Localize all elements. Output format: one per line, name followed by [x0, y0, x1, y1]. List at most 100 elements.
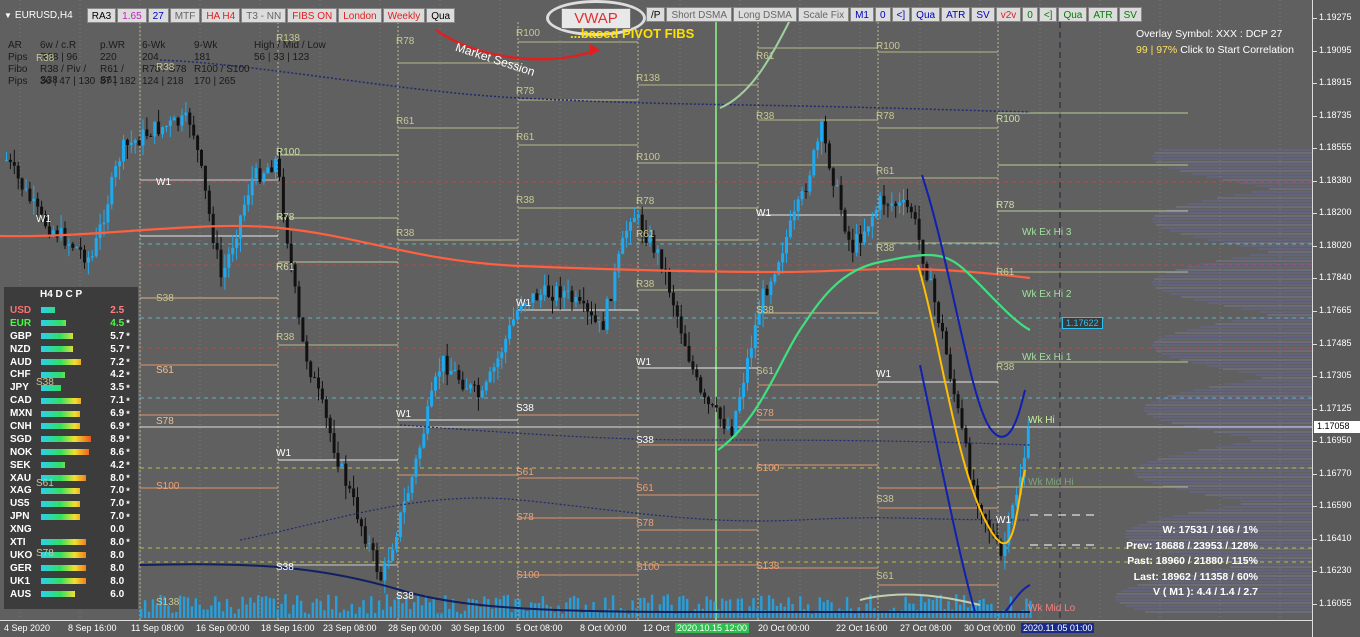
candle-body	[227, 254, 231, 268]
candle-body	[515, 310, 519, 320]
time-axis[interactable]: 4 Sep 2020 8 Sep 16:00 11 Sep 08:00 16 Sep …	[0, 620, 1312, 637]
volume-bar	[779, 603, 782, 618]
price-chart[interactable]	[0, 0, 1312, 620]
currency-value: 8.0	[110, 536, 125, 548]
toolbar-button[interactable]: 1.65	[117, 7, 147, 23]
toolbar-button[interactable]: Long DSMA	[733, 7, 797, 22]
candle-body	[437, 371, 441, 377]
volume-bar	[374, 613, 377, 618]
toolbar-button[interactable]: FIBS ON	[287, 7, 338, 23]
toolbar-button[interactable]: SV	[971, 7, 995, 22]
toolbar-button[interactable]: 0	[874, 7, 891, 22]
correlation-link[interactable]: 99 | 97% Click to Start Correlation	[1136, 44, 1294, 56]
candle-body	[781, 253, 785, 263]
toolbar-button[interactable]: Qua	[911, 7, 941, 22]
candle-body	[539, 295, 543, 301]
candle-body	[90, 256, 94, 258]
toolbar-button[interactable]: 0	[1022, 7, 1038, 22]
strength-bar	[40, 591, 95, 598]
toolbar-button[interactable]: ATR	[1088, 7, 1118, 22]
strength-bar	[40, 320, 95, 327]
pivot-label-r61: R61	[396, 116, 415, 127]
toolbar-button[interactable]: v2v	[995, 7, 1022, 22]
toolbar-button[interactable]: HA H4	[201, 7, 241, 23]
candle-body	[114, 166, 118, 178]
candle-body	[461, 379, 465, 390]
volume-bar	[635, 608, 638, 618]
time-label: 23 Sep 08:00	[323, 623, 377, 633]
chart-area[interactable]: ▼ EURUSD,H4 RA3 1.65 27 MTF HA H4 T3 - NN FIBS…	[0, 0, 1312, 620]
toolbar-button[interactable]: Short DSMA	[666, 7, 733, 22]
currency-value: 7.1	[110, 395, 125, 407]
candle-body	[937, 302, 941, 324]
candle-body	[453, 370, 457, 372]
candle-body	[153, 121, 157, 137]
toolbar-button[interactable]: ATR	[941, 7, 971, 22]
pivot-label-r61: R61	[756, 51, 775, 62]
candle-body	[909, 206, 913, 213]
candle-body	[765, 288, 769, 295]
toolbar-button[interactable]: Qua	[1058, 7, 1088, 22]
toolbar-button[interactable]: Scale Fix	[797, 7, 850, 22]
currency-value: 8.6	[110, 446, 125, 458]
toolbar-button[interactable]: Qua	[426, 7, 456, 23]
dropdown-triangle-icon[interactable]: ▼	[4, 11, 12, 20]
volume-bar	[416, 594, 420, 618]
candle-body	[270, 167, 274, 173]
candle-body	[902, 200, 905, 203]
candle-body	[176, 117, 180, 126]
currency-value: 5.7	[110, 330, 125, 342]
pivot-label-r78: R78	[996, 200, 1015, 211]
candle-body	[1015, 494, 1019, 506]
stats-cell: Pips	[8, 76, 28, 87]
toolbar-button[interactable]: 27	[147, 7, 169, 23]
volume-bar	[604, 597, 607, 618]
pivot-label-s78: S78	[156, 416, 174, 427]
candle-body	[582, 300, 586, 304]
volume-bar	[908, 603, 911, 618]
toolbar-button[interactable]: SV	[1118, 7, 1142, 22]
volume-bar	[296, 595, 299, 618]
volume-bar	[721, 598, 724, 618]
pivot-label-wk-ex-hi3: Wk Ex Hi 3	[1022, 227, 1072, 238]
volume-bar	[923, 602, 927, 618]
toolbar-button[interactable]: <]	[1038, 7, 1058, 22]
pivot-label-s38: S38	[876, 494, 894, 505]
toolbar-button[interactable]: /P	[646, 7, 666, 22]
correlation-text[interactable]: Click to Start Correlation	[1180, 44, 1294, 56]
toolbar-button[interactable]: T3 - NN	[241, 7, 287, 23]
toolbar-button[interactable]: London	[338, 7, 382, 23]
volume-bar	[526, 611, 529, 618]
candle-body	[79, 247, 83, 250]
currency-row: AUD 7.2 *	[10, 356, 132, 369]
candle-body	[414, 458, 418, 477]
candle-body	[714, 405, 718, 408]
volume-bar	[483, 596, 486, 618]
volume-bar	[401, 603, 404, 618]
candle-body	[882, 195, 886, 205]
pivot-label-wk-ex-hi2: Wk Ex Hi 2	[1022, 289, 1072, 300]
volume-bar	[709, 599, 712, 618]
candle-body	[683, 333, 687, 346]
pivot-label-r38: R38	[396, 228, 415, 239]
toolbar-button[interactable]: Weekly	[382, 7, 426, 23]
volume-bar	[381, 609, 385, 618]
pivot-label-s38: S38	[156, 293, 174, 304]
pivot-label-r61: R61	[996, 267, 1015, 278]
pivot-label-s100: S100	[156, 481, 180, 492]
volume-bar	[346, 610, 350, 618]
toolbar-button[interactable]: <]	[891, 7, 911, 22]
candle-body	[964, 428, 968, 444]
toolbar-button[interactable]: MTF	[169, 7, 201, 23]
volume-bar	[873, 608, 876, 618]
pivot-label-r78: R78	[516, 86, 535, 97]
candle-body	[379, 572, 383, 581]
candle-body	[535, 293, 539, 301]
volume-bar	[323, 610, 326, 618]
toolbar-button[interactable]: M1	[850, 7, 874, 22]
volume-bar	[931, 599, 935, 618]
candle-body	[278, 158, 281, 177]
price-axis[interactable]: 1.19275 1.19095 1.18915 1.18735 1.18555 1.183…	[1312, 0, 1360, 637]
toolbar-button[interactable]: RA3	[86, 7, 117, 23]
candle-body	[703, 392, 707, 398]
